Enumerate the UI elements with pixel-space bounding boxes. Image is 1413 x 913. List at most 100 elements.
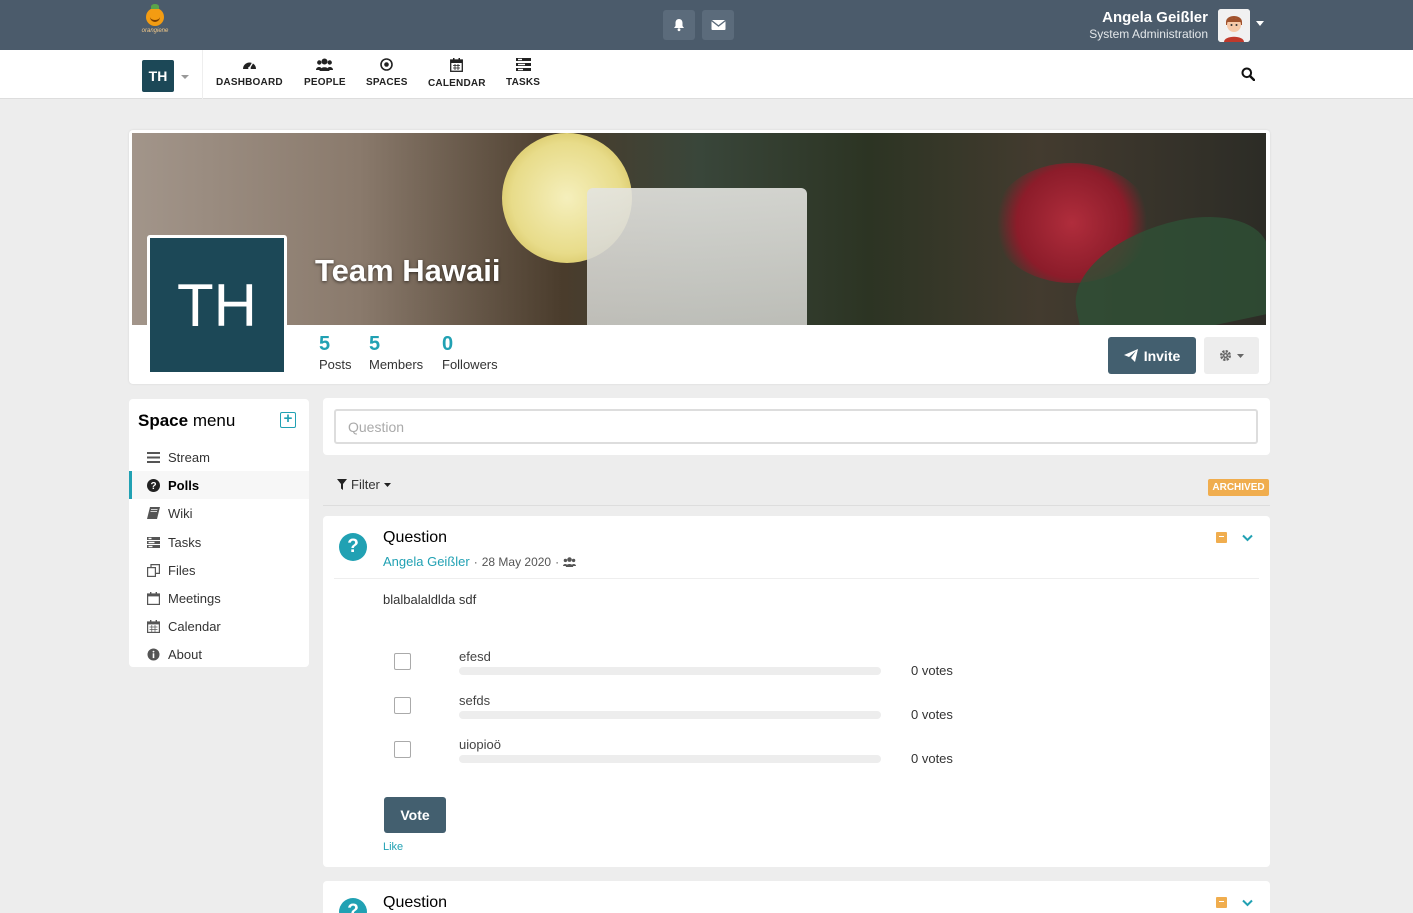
space-chooser-caret-icon[interactable]	[181, 75, 189, 79]
space-menu: Space menu + Stream ? Polls Wiki Tasks F…	[129, 399, 309, 667]
side-item-label: Wiki	[168, 505, 193, 521]
invite-button[interactable]: Invite	[1108, 337, 1196, 374]
nav-calendar[interactable]: CALENDAR	[428, 58, 486, 89]
stream-icon	[146, 450, 160, 464]
side-item-polls[interactable]: ? Polls	[129, 471, 309, 499]
side-item-wiki[interactable]: Wiki	[129, 499, 309, 527]
answer-progress-bar	[459, 667, 881, 675]
banner-glass	[587, 188, 807, 325]
space-settings-button[interactable]	[1204, 337, 1259, 374]
answer-checkbox[interactable]	[394, 697, 411, 714]
stat-posts[interactable]: 5 Posts	[319, 333, 352, 372]
question-circle-icon: ?	[339, 898, 367, 913]
question-input[interactable]	[334, 409, 1258, 444]
meta-separator: ·	[473, 554, 478, 569]
side-item-label: Files	[168, 562, 196, 578]
side-item-tasks[interactable]: Tasks	[129, 528, 309, 556]
side-item-calendar[interactable]: Calendar	[129, 612, 309, 640]
envelope-icon	[710, 19, 726, 30]
side-item-label: About	[168, 646, 202, 662]
nav-calendar-label: CALENDAR	[428, 78, 486, 89]
messages-button[interactable]	[702, 10, 734, 40]
side-item-stream[interactable]: Stream	[129, 443, 309, 471]
nav-spaces-label: SPACES	[366, 77, 408, 88]
nav-spaces[interactable]: SPACES	[366, 58, 408, 88]
side-item-about[interactable]: About	[129, 640, 309, 668]
stat-followers-value: 0	[442, 333, 454, 355]
bell-icon	[674, 19, 684, 32]
nav-tasks[interactable]: TASKS	[506, 58, 540, 88]
user-name[interactable]: Angela Geißler	[1102, 9, 1208, 26]
tasks-icon	[146, 535, 160, 549]
answer-label: efesd	[459, 649, 491, 664]
nav-tasks-label: TASKS	[506, 77, 541, 88]
funnel-icon	[337, 479, 347, 490]
chevron-down-icon	[1242, 534, 1253, 542]
answer-label: uiopioö	[459, 737, 501, 752]
poll-divider	[334, 578, 1259, 579]
search-icon	[1241, 67, 1256, 82]
archive-icon	[1216, 897, 1227, 908]
calendar-icon	[450, 58, 464, 72]
nav-dashboard-label: DASHBOARD	[216, 77, 283, 88]
entry-menu-button[interactable]	[1242, 530, 1253, 545]
people-icon	[316, 58, 334, 71]
paper-plane-icon	[1123, 349, 1138, 362]
question-circle-icon: ?	[146, 478, 160, 492]
stat-posts-label: Posts	[319, 357, 352, 372]
answer-checkbox[interactable]	[394, 741, 411, 758]
invite-label: Invite	[1143, 347, 1181, 364]
vote-button[interactable]: Vote	[384, 797, 446, 833]
poll-meta: Angela Geißler · 28 May 2020 ·	[383, 554, 577, 569]
space-menu-title: Space menu	[138, 411, 236, 430]
avatar-icon	[1218, 9, 1250, 42]
side-item-label: Polls	[168, 477, 200, 493]
tasks-icon	[515, 58, 531, 71]
answer-votes[interactable]: 0 votes	[911, 707, 953, 722]
answer-checkbox[interactable]	[394, 653, 411, 670]
caret-down-icon	[383, 482, 391, 487]
poll-author[interactable]: Angela Geißler	[383, 554, 470, 569]
logo-text: orangiene	[141, 28, 169, 34]
space-avatar: TH	[147, 235, 287, 375]
space-header: Team Hawaii TH 5 Posts 5 Members 0 Follo…	[129, 130, 1270, 384]
user-role: System Administration	[1089, 27, 1208, 41]
poll-entry: ? Question Angela Geißler · 28 May 2020 …	[323, 516, 1270, 867]
user-menu-caret-icon[interactable]	[1256, 21, 1264, 26]
stat-members-value: 5	[369, 333, 381, 355]
notifications-button[interactable]	[663, 10, 695, 40]
answer-votes[interactable]: 0 votes	[911, 663, 953, 678]
nav-dashboard[interactable]: DASHBOARD	[216, 58, 283, 88]
stat-members-label: Members	[369, 357, 424, 372]
answer-progress-bar	[459, 755, 881, 763]
like-link[interactable]: Like	[383, 841, 403, 853]
calendar-blank-icon	[146, 591, 160, 605]
answer-votes[interactable]: 0 votes	[911, 751, 953, 766]
stat-followers[interactable]: 0 Followers	[442, 333, 498, 372]
side-item-files[interactable]: Files	[129, 556, 309, 584]
poll-title[interactable]: Question	[383, 529, 447, 547]
user-avatar[interactable]	[1218, 9, 1250, 42]
nav-people[interactable]: PEOPLE	[304, 58, 346, 88]
files-icon	[146, 563, 160, 577]
poll-title[interactable]: Question	[383, 894, 447, 912]
search-button[interactable]	[1241, 67, 1256, 84]
svg-text:?: ?	[150, 481, 156, 492]
side-item-meetings[interactable]: Meetings	[129, 584, 309, 612]
space-title: Team Hawaii	[315, 253, 501, 288]
filter-dropdown[interactable]: Filter	[337, 477, 391, 492]
entry-menu-button[interactable]	[1242, 895, 1253, 910]
poll-date[interactable]: 28 May 2020	[482, 555, 551, 569]
stat-members[interactable]: 5 Members	[369, 333, 423, 372]
space-chooser[interactable]: TH	[142, 60, 174, 92]
filter-label: Filter	[351, 477, 380, 492]
archived-badge: ARCHIVED	[1208, 479, 1269, 496]
add-module-plus-icon[interactable]: +	[280, 411, 296, 428]
poll-create-form	[323, 398, 1270, 455]
orange-logo-icon	[146, 4, 164, 26]
calendar-icon	[146, 619, 160, 633]
logo[interactable]: orangiene	[138, 4, 172, 42]
nav-divider	[202, 50, 203, 99]
archive-icon	[1216, 532, 1227, 543]
info-icon	[146, 647, 160, 661]
